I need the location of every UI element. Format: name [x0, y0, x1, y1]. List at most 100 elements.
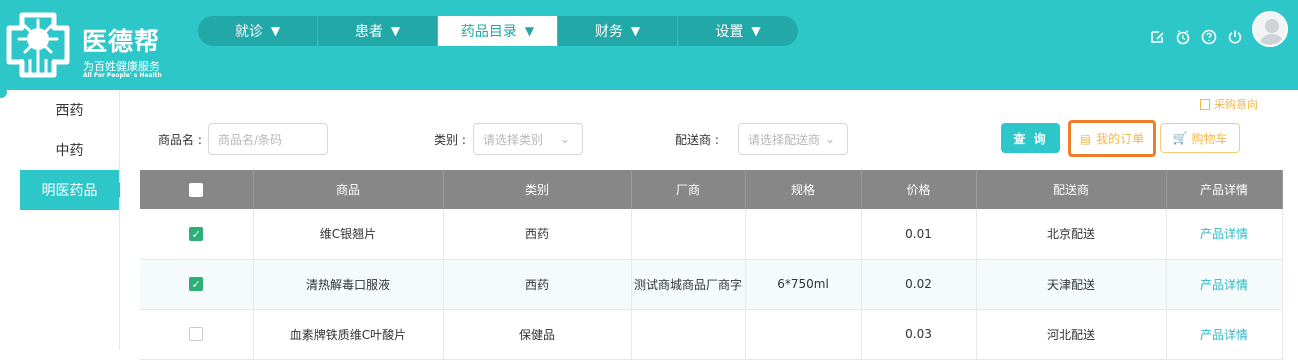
price-cell: 0.02 [861, 259, 977, 310]
drug-list-panel: 采购意向 商品名 : 商品名/条码 类别 : 请选择类别 ⌄ 配送商 : 请选择配… [120, 90, 1298, 360]
product-cell: 维C银翘片 [253, 209, 444, 260]
logo: 医德帮 为百姓健康服务 All For People' s Health [2, 2, 177, 88]
spec-cell [745, 209, 862, 260]
nav-label-finance: 财务 [594, 24, 623, 40]
distributor-select[interactable]: 请选择配送商 ⌄ [738, 123, 848, 155]
caret-down-icon: ▼ [390, 24, 401, 38]
sidebar-item-western-medicine[interactable]: 西药 [20, 90, 119, 130]
product-search-input[interactable]: 商品名/条码 [208, 123, 328, 155]
product-detail-link[interactable]: 产品详情 [1200, 227, 1248, 241]
product-detail-cell: 产品详情 [1166, 309, 1283, 360]
sidebar-item-label: 西药 [55, 103, 84, 119]
document-icon [1200, 98, 1210, 110]
column-header-category: 类别 [443, 170, 632, 209]
purchase-intent-label: 采购意向 [1214, 98, 1258, 111]
nav-label-patient: 患者 [354, 24, 383, 40]
sidebar-item-label: 明医药品 [41, 183, 98, 199]
column-header-spec: 规格 [745, 170, 862, 209]
help-icon[interactable] [1200, 28, 1218, 46]
product-detail-link[interactable]: 产品详情 [1200, 278, 1248, 292]
row-checkbox[interactable]: ✓ [189, 277, 204, 292]
avatar-body-shape [1259, 34, 1285, 45]
row-select-cell: ✓ [140, 209, 254, 260]
product-search-placeholder: 商品名/条码 [218, 132, 283, 147]
header-icon-tray [1148, 28, 1244, 46]
sidebar-item-chinese-medicine[interactable]: 中药 [20, 130, 119, 170]
brand-name: 医德帮 [82, 27, 161, 56]
category-label: 类别 : [434, 133, 466, 147]
shopping-cart-label: 购物车 [1191, 131, 1228, 146]
nav-item-patient[interactable]: 患者 ▼ [318, 16, 438, 46]
order-document-icon: ▤ [1079, 131, 1092, 146]
shopping-cart-icon: 🛒 [1172, 131, 1188, 145]
nav-item-finance[interactable]: 财务 ▼ [558, 16, 678, 46]
distributor-cell: 河北配送 [976, 309, 1167, 360]
caret-down-icon: ▼ [270, 24, 281, 38]
nav-label-settings: 设置 [715, 24, 744, 40]
drug-table: 商品 类别 厂商 规格 价格 配送商 产品详情 ✓ 维C银翘片 西药 0.01 … [140, 170, 1283, 360]
chevron-down-icon: ⌄ [824, 132, 835, 146]
column-header-product: 商品 [253, 170, 444, 209]
product-detail-cell: 产品详情 [1166, 259, 1283, 310]
manufacturer-cell [631, 209, 746, 260]
table-header-row: 商品 类别 厂商 规格 价格 配送商 产品详情 [140, 170, 1283, 209]
caret-down-icon: ▼ [524, 24, 535, 38]
sidebar-item-label: 中药 [55, 143, 84, 159]
nav-item-settings[interactable]: 设置 ▼ [678, 16, 798, 46]
chevron-down-icon: ⌄ [559, 132, 570, 146]
top-navigation-bar: 医德帮 为百姓健康服务 All For People' s Health 就诊 ▼… [0, 0, 1298, 90]
category-cell: 保健品 [443, 309, 632, 360]
product-name-label: 商品名 : [158, 133, 202, 147]
shopping-cart-button[interactable]: 🛒 购物车 [1160, 123, 1240, 153]
row-checkbox[interactable]: ✓ [189, 227, 204, 241]
sidebar-toggle-icon[interactable] [0, 86, 7, 98]
product-detail-cell: 产品详情 [1166, 209, 1283, 260]
category-select-placeholder: 请选择类别 [483, 132, 544, 147]
caret-down-icon: ▼ [630, 24, 641, 38]
row-select-cell: ✓ [140, 259, 254, 310]
query-button[interactable]: 查 询 [1001, 123, 1060, 153]
distributor-select-placeholder: 请选择配送商 [748, 132, 821, 147]
power-icon[interactable] [1226, 28, 1244, 46]
main-nav: 就诊 ▼ 患者 ▼ 药品目录 ▼ 财务 ▼ 设置 ▼ [198, 16, 798, 46]
nav-label-visit: 就诊 [234, 24, 263, 40]
row-select-cell [140, 309, 254, 360]
price-cell: 0.03 [861, 309, 977, 360]
avatar-head-shape [1265, 19, 1279, 33]
edit-icon[interactable] [1148, 28, 1166, 46]
table-row: 血素牌铁质维C叶酸片 保健品 0.03 河北配送 产品详情 [140, 309, 1283, 360]
select-all-checkbox[interactable] [189, 182, 204, 197]
alarm-clock-icon[interactable] [1174, 28, 1192, 46]
select-all-cell [140, 170, 254, 209]
row-checkbox[interactable] [189, 327, 204, 342]
table-row: ✓ 维C银翘片 西药 0.01 北京配送 产品详情 [140, 209, 1283, 260]
column-header-price: 价格 [861, 170, 977, 209]
my-orders-button[interactable]: ▤ 我的订单 [1068, 120, 1156, 157]
nav-item-visit[interactable]: 就诊 ▼ [198, 16, 318, 46]
distributor-cell: 北京配送 [976, 209, 1167, 260]
distributor-cell: 天津配送 [976, 259, 1167, 310]
drug-category-sidebar: 西药 中药 明医药品 [20, 90, 127, 350]
spec-cell [745, 309, 862, 360]
nav-label-drug-catalog: 药品目录 [460, 24, 517, 40]
nav-item-drug-catalog[interactable]: 药品目录 ▼ [438, 16, 558, 46]
product-cell: 清热解毒口服液 [253, 259, 444, 310]
column-header-distributor: 配送商 [976, 170, 1167, 209]
category-cell: 西药 [443, 259, 632, 310]
product-detail-link[interactable]: 产品详情 [1200, 328, 1248, 342]
my-orders-label: 我的订单 [1096, 132, 1145, 146]
price-cell: 0.01 [861, 209, 977, 260]
manufacturer-cell [631, 309, 746, 360]
sidebar-item-mingyi-drugs[interactable]: 明医药品 [20, 170, 127, 210]
product-cell: 血素牌铁质维C叶酸片 [253, 309, 444, 360]
spec-cell: 6*750ml [745, 259, 862, 310]
distributor-label: 配送商 : [675, 133, 719, 147]
table-row: ✓ 清热解毒口服液 西药 测试商城商品厂商字 6*750ml 0.02 天津配送… [140, 259, 1283, 310]
user-avatar[interactable] [1252, 11, 1288, 47]
column-header-manufacturer: 厂商 [631, 170, 746, 209]
brand-tagline-english: All For People' s Health [83, 72, 162, 79]
category-select[interactable]: 请选择类别 ⌄ [473, 123, 583, 155]
medical-sun-logo-icon [6, 12, 70, 78]
manufacturer-cell: 测试商城商品厂商字 [631, 259, 746, 310]
purchase-intent-link[interactable]: 采购意向 [1200, 96, 1258, 112]
